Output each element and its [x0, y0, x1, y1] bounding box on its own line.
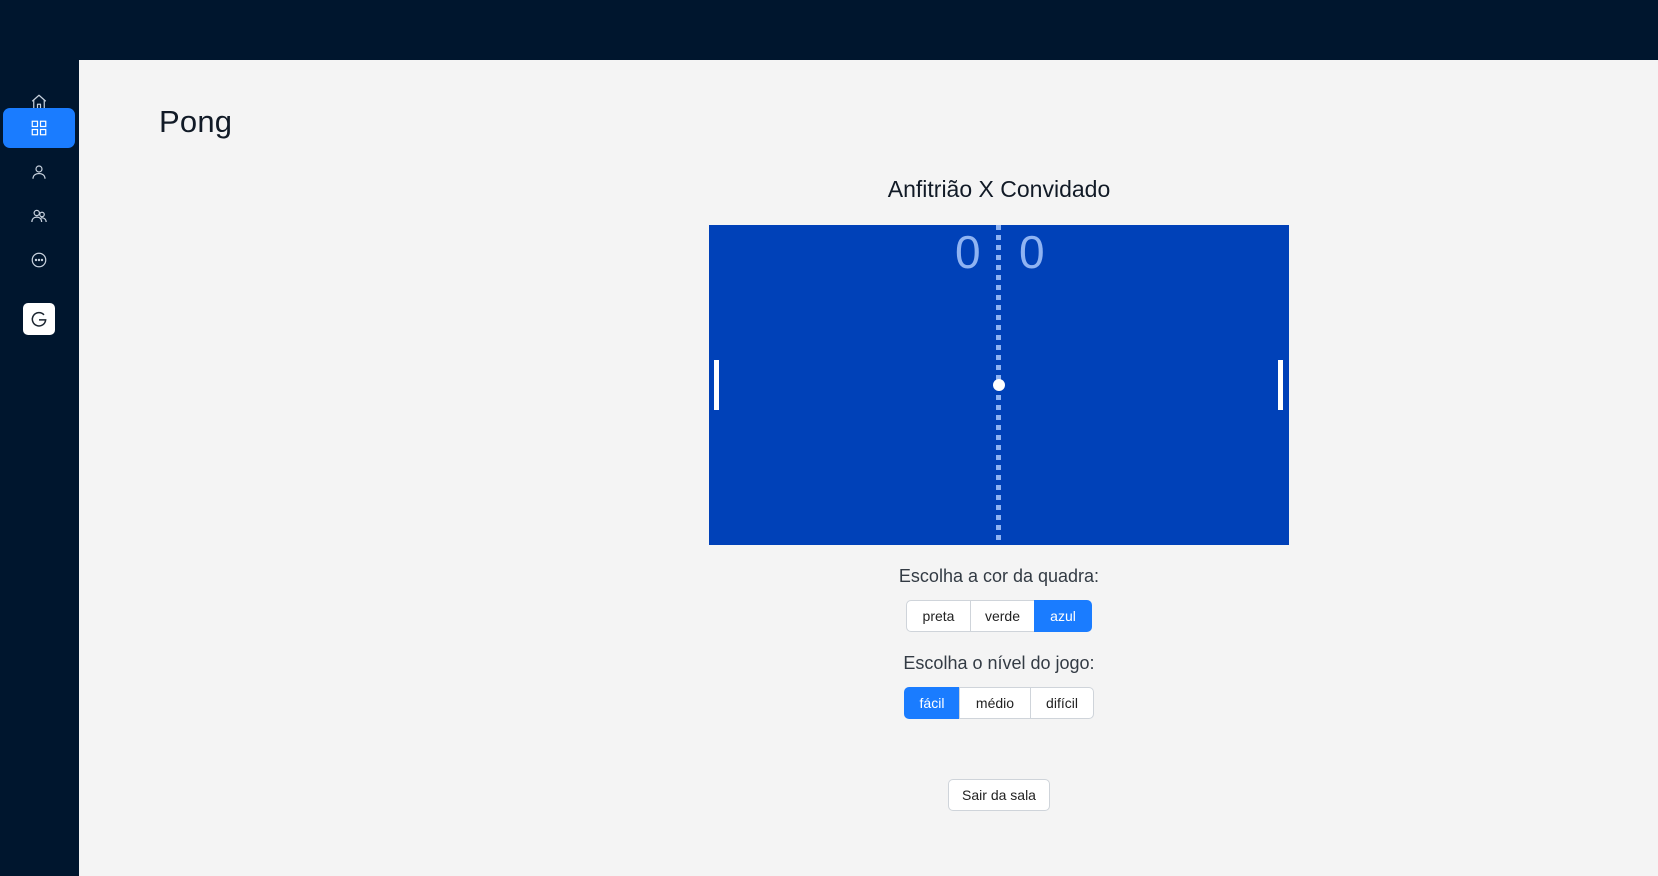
color-option-azul[interactable]: azul	[1034, 600, 1092, 632]
dashboard-icon	[31, 120, 47, 136]
sidebar-item-chat[interactable]	[3, 240, 75, 280]
top-bar	[0, 0, 1658, 60]
level-label: Escolha o nível do jogo:	[903, 653, 1095, 673]
paddle-right	[1278, 360, 1283, 410]
color-option-preta[interactable]: preta	[906, 600, 971, 632]
color-option-verde[interactable]: verde	[970, 600, 1035, 632]
score-left: 0	[955, 226, 981, 278]
sidebar-item-dashboard[interactable]	[3, 108, 75, 148]
page-title: Pong	[159, 104, 233, 139]
level-option-dificil[interactable]: difícil	[1030, 687, 1094, 719]
users-icon	[31, 209, 47, 223]
sidebar	[0, 60, 79, 876]
chat-icon	[31, 252, 47, 268]
match-title: Anfitrião X Convidado	[887, 176, 1111, 202]
brand-logo[interactable]	[23, 303, 55, 335]
user-icon	[32, 165, 46, 179]
court-color-selector: preta verde azul	[906, 600, 1092, 632]
g-logo-icon	[31, 311, 47, 327]
leave-room-button[interactable]: Sair da sala	[948, 779, 1050, 811]
sidebar-item-friends[interactable]	[3, 196, 75, 236]
ball	[993, 379, 1005, 391]
court-color-label: Escolha a cor da quadra:	[898, 566, 1100, 586]
paddle-left	[714, 360, 719, 410]
level-option-medio[interactable]: médio	[959, 687, 1031, 719]
level-selector: fácil médio difícil	[904, 687, 1094, 719]
sidebar-item-profile[interactable]	[3, 152, 75, 192]
level-option-facil[interactable]: fácil	[904, 687, 960, 719]
game-court[interactable]: 0 0	[709, 225, 1289, 545]
score-right: 0	[1019, 226, 1045, 278]
